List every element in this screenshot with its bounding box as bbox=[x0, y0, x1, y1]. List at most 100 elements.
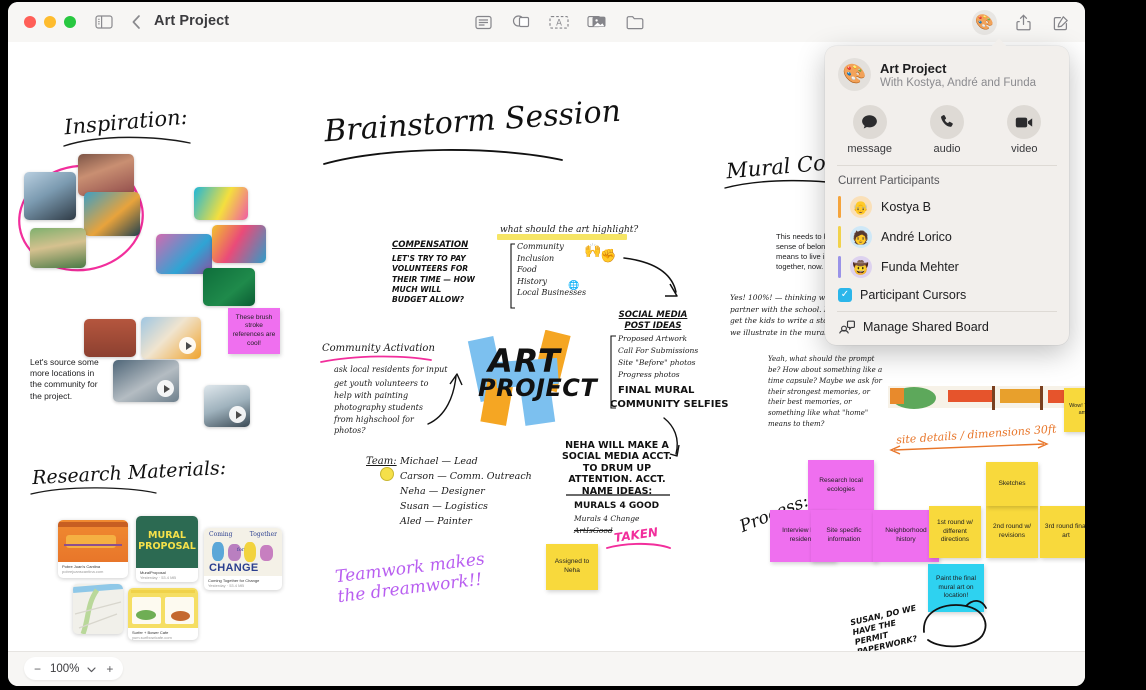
note-neha-body[interactable]: NEHA WILL MAKE A SOCIAL MEDIA ACCT. TO D… bbox=[556, 440, 678, 497]
svg-text:A: A bbox=[556, 18, 562, 28]
research-card-cantina[interactable]: Pobre Juan's Cantina pobrejuanscantina.co… bbox=[58, 520, 128, 578]
note-compensation-body[interactable]: LET'S TRY TO PAY VOLUNTEERS FOR THEIR TI… bbox=[392, 254, 476, 305]
art-highlight-item[interactable]: Community bbox=[517, 241, 586, 253]
manage-shared-board-button[interactable]: Manage Shared Board bbox=[825, 312, 1069, 345]
photo-mural-1[interactable] bbox=[194, 187, 248, 220]
community-activation-item[interactable]: get youth volunteers to help with painti… bbox=[334, 378, 438, 401]
note-compensation-title[interactable]: COMPENSATION bbox=[392, 240, 468, 251]
sticky-brush-reference[interactable]: These brush stroke references are cool! bbox=[228, 308, 280, 354]
art-highlight-item[interactable]: Inclusion bbox=[517, 253, 586, 265]
participant-cursors-row[interactable]: ✓ Participant Cursors bbox=[825, 282, 1069, 311]
neha-idea[interactable]: Murals 4 Change bbox=[574, 514, 639, 525]
manage-shared-board-label: Manage Shared Board bbox=[863, 320, 989, 334]
play-icon[interactable] bbox=[229, 406, 246, 423]
collaboration-button[interactable]: 🎨 bbox=[972, 10, 997, 35]
participant-row[interactable]: 🧑 André Lorico bbox=[825, 222, 1069, 252]
photo-mural-3[interactable] bbox=[212, 225, 266, 263]
team-member[interactable]: Michael — Lead bbox=[400, 455, 478, 469]
center-toolbar: A bbox=[470, 11, 648, 33]
minimize-button[interactable] bbox=[44, 16, 56, 28]
video-button[interactable]: video bbox=[986, 105, 1063, 155]
social-media-item[interactable]: COMMUNITY SELFIES bbox=[610, 398, 729, 412]
social-media-item[interactable]: Progress photos bbox=[618, 370, 680, 381]
zoom-out-button[interactable]: − bbox=[32, 662, 43, 676]
photo-beach[interactable] bbox=[204, 385, 250, 427]
process-sticky[interactable]: Site specific information bbox=[811, 510, 877, 562]
photo-person-2[interactable] bbox=[78, 154, 134, 196]
participant-row[interactable]: 🤠 Funda Mehter bbox=[825, 252, 1069, 282]
photo-person-4[interactable] bbox=[30, 228, 86, 268]
zoom-in-button[interactable]: + bbox=[104, 662, 115, 676]
process-sticky[interactable]: 3rd round final art bbox=[1040, 506, 1085, 558]
neha-idea[interactable]: ArtIsGood bbox=[574, 526, 613, 537]
team-member[interactable]: Susan — Logistics bbox=[400, 500, 488, 514]
team-member[interactable]: Neha — Designer bbox=[400, 485, 485, 499]
photo-person-3[interactable] bbox=[84, 192, 140, 236]
insert-file-tool[interactable] bbox=[622, 11, 648, 33]
highlighter-stroke bbox=[497, 234, 627, 240]
back-button[interactable] bbox=[126, 10, 146, 34]
research-card-cafe[interactable]: Surfer + Bower Cafe yum.surfbowlcafe.com bbox=[128, 588, 198, 640]
social-media-item[interactable]: Call For Submissions bbox=[618, 346, 698, 357]
community-activation-item[interactable]: photography students from highschool for… bbox=[334, 402, 434, 437]
sticky-wow[interactable]: Wow! This looks amazing bbox=[1064, 388, 1085, 432]
note-source-locations[interactable]: Let's source some more locations in the … bbox=[30, 357, 102, 402]
neha-underline bbox=[566, 494, 670, 496]
right-toolbar: 🎨 bbox=[972, 10, 1073, 35]
popover-title: Art Project bbox=[880, 60, 947, 76]
compose-button[interactable] bbox=[1049, 11, 1073, 35]
participants-list: 👴 Kostya B 🧑 André Lorico 🤠 Funda Mehter bbox=[825, 192, 1069, 282]
audio-label: audio bbox=[933, 143, 961, 155]
callout-circle-to-cyan-sticky bbox=[923, 600, 987, 648]
research-card-change[interactable]: Coming Together for CHANGE Coming Togeth… bbox=[204, 528, 282, 590]
audio-button[interactable]: audio bbox=[908, 105, 985, 155]
team-member[interactable]: Aled — Painter bbox=[400, 515, 472, 529]
process-sticky[interactable]: Sketches bbox=[986, 462, 1038, 506]
photo-mural-2[interactable] bbox=[156, 234, 212, 274]
process-sticky[interactable]: Research local ecologies bbox=[808, 460, 874, 512]
close-button[interactable] bbox=[24, 16, 36, 28]
sticky-note-tool[interactable] bbox=[470, 11, 496, 33]
research-card-map[interactable] bbox=[73, 584, 123, 634]
note-social-media-title[interactable]: SOCIAL MEDIA POST IDEAS bbox=[616, 310, 690, 333]
play-icon[interactable] bbox=[179, 337, 196, 354]
research-card-mural-proposal[interactable]: MURAL PROPOSAL MuralProposal Yesterday · 5… bbox=[136, 516, 198, 582]
note-teamwork[interactable]: Teamwork makes the dreamwork!! bbox=[334, 548, 507, 608]
mural-panorama-sketch[interactable] bbox=[888, 382, 1085, 414]
participant-cursors-checkbox[interactable]: ✓ bbox=[838, 288, 852, 302]
photo-street[interactable] bbox=[113, 360, 179, 402]
avatar: 🧑 bbox=[850, 226, 872, 248]
chevron-down-icon[interactable] bbox=[86, 662, 97, 676]
play-icon[interactable] bbox=[157, 380, 174, 397]
title-bar: Art Project A 🎨 bbox=[8, 2, 1085, 43]
participant-row[interactable]: 👴 Kostya B bbox=[825, 192, 1069, 222]
process-sticky[interactable]: 1st round w/ different directions bbox=[929, 506, 981, 558]
neha-idea[interactable]: MURALS 4 GOOD bbox=[574, 500, 659, 512]
team-title[interactable]: Team: bbox=[366, 455, 397, 470]
sticky-assigned-to-neha[interactable]: Assigned to Neha bbox=[546, 544, 598, 590]
taken-underline bbox=[606, 542, 671, 549]
art-project-logo[interactable]: ART PROJECT bbox=[466, 329, 597, 430]
media-tool[interactable] bbox=[584, 11, 610, 33]
logo-text-project: PROJECT bbox=[478, 374, 598, 402]
shapes-tool[interactable] bbox=[508, 11, 534, 33]
participant-name: André Lorico bbox=[881, 230, 952, 244]
photo-building[interactable] bbox=[141, 317, 201, 359]
message-button[interactable]: message bbox=[831, 105, 908, 155]
sidebar-toggle-icon[interactable] bbox=[92, 10, 116, 34]
social-media-item[interactable]: FINAL MURAL bbox=[618, 384, 694, 398]
team-member[interactable]: Carson — Comm. Outreach bbox=[400, 470, 532, 484]
photo-mural-4[interactable] bbox=[203, 268, 255, 306]
photo-person-1[interactable] bbox=[24, 172, 76, 220]
photo-brick-wall[interactable] bbox=[84, 319, 136, 357]
share-button[interactable] bbox=[1011, 11, 1035, 35]
handwritten-reply-2[interactable]: Yeah, what should the prompt be? How abo… bbox=[768, 354, 886, 430]
social-media-item[interactable]: Proposed Artwork bbox=[618, 334, 687, 345]
process-sticky[interactable]: 2nd round w/ revisions bbox=[986, 506, 1038, 558]
social-media-item[interactable]: Site "Before" photos bbox=[618, 358, 695, 369]
art-highlight-item[interactable]: Food bbox=[517, 264, 586, 276]
zoom-control[interactable]: − 100% + bbox=[24, 657, 124, 680]
zoom-button[interactable] bbox=[64, 16, 76, 28]
palette-icon: 🎨 bbox=[842, 64, 867, 85]
text-box-tool[interactable]: A bbox=[546, 11, 572, 33]
